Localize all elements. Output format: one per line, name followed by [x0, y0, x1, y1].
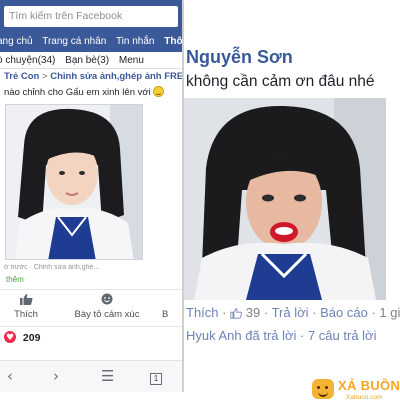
comment-like-count: 39: [245, 305, 261, 320]
see-more-link[interactable]: thêm: [6, 275, 24, 284]
watermark-title: XẢ BUỒN: [338, 378, 400, 393]
edited-photo[interactable]: [184, 98, 386, 300]
post-meta: ờ trước · Chỉnh sửa ảnh,ghé...: [4, 264, 100, 271]
react-button[interactable]: Bày tỏ cảm xúc: [62, 293, 152, 320]
breadcrumb: Trẻ Con > Chỉnh sửa ảnh,ghép ảnh FRE: [0, 69, 182, 84]
breadcrumb-user-link[interactable]: Trẻ Con: [4, 71, 39, 82]
back-arrow-icon[interactable]: ‹: [7, 367, 13, 385]
separator: ·: [263, 305, 269, 320]
breadcrumb-group-link[interactable]: Chỉnh sửa ảnh,ghép ảnh FRE: [50, 71, 182, 82]
site-watermark: XẢ BUỒN Xabuon.com: [312, 377, 400, 403]
share-icon: [177, 293, 178, 305]
breadcrumb-separator: >: [42, 71, 48, 82]
nav-home[interactable]: ang chủ: [0, 36, 33, 47]
sub-nav: ò chuyện(34) Bạn bè(3) Menu: [0, 52, 182, 69]
commenter-name[interactable]: Nguyễn Sơn: [186, 47, 293, 68]
nav-messages[interactable]: Tin nhắn: [116, 36, 155, 47]
thumbs-up-icon: [20, 294, 33, 305]
separator: ·: [312, 305, 317, 320]
girl-portrait-illustration: [6, 105, 142, 259]
separator: ·: [222, 305, 227, 320]
post-action-bar: Thích Bày tỏ cảm xúc B: [0, 289, 182, 327]
edited-portrait-illustration: [184, 98, 386, 300]
react-label: Bày tỏ cảm xúc: [74, 309, 140, 320]
like-label: Thích: [14, 309, 38, 320]
left-screenshot-panel: Tìm kiếm trên Facebook ang chủ Trang cá …: [0, 0, 182, 392]
nav-chat[interactable]: ò chuyện(34): [0, 55, 55, 66]
comment-time: 1 gi: [379, 305, 400, 320]
tabs-count-icon[interactable]: 1: [150, 367, 162, 385]
search-input[interactable]: Tìm kiếm trên Facebook: [4, 6, 178, 27]
comment-actions: Thích · 39 · Trả lời · Báo cáo · 1 gi: [186, 305, 400, 320]
nav-menu[interactable]: Menu: [119, 55, 144, 66]
post-body: nào chỉnh cho Gấu em xinh lên với: [0, 85, 182, 101]
watermark-logo-icon: [312, 379, 334, 399]
nav-profile[interactable]: Trang cá nhân: [42, 36, 106, 47]
top-nav: ang chủ Trang cá nhân Tin nhắn Thôn: [0, 33, 182, 50]
comment-like-button[interactable]: Thích: [186, 305, 219, 320]
post-text: nào chỉnh cho Gấu em xinh lên với: [4, 87, 151, 98]
hamburger-menu-icon[interactable]: ☰: [101, 367, 114, 385]
watermark-url: Xabuon.com: [346, 394, 383, 401]
forward-arrow-icon[interactable]: ›: [53, 367, 59, 385]
share-button[interactable]: B: [162, 293, 182, 320]
replies-link[interactable]: Hyuk Anh đã trả lời · 7 câu trả lời: [186, 328, 376, 343]
like-button[interactable]: Thích: [6, 293, 46, 320]
reaction-count: 209: [22, 332, 41, 344]
browser-toolbar: ‹ › ☰ 1: [0, 360, 182, 392]
nav-friends[interactable]: Bạn bè(3): [65, 55, 109, 66]
comment-reply-button[interactable]: Trả lời: [272, 305, 309, 320]
reaction-face-icon: [101, 293, 113, 305]
original-photo[interactable]: [5, 104, 143, 260]
smile-emoji-icon: [153, 86, 165, 97]
nav-notifications[interactable]: Thôn: [164, 36, 182, 47]
facebook-header: Tìm kiếm trên Facebook ang chủ Trang cá …: [0, 0, 182, 52]
tabs-count: 1: [150, 373, 162, 385]
share-label: B: [162, 309, 169, 320]
thumbs-up-icon: [230, 308, 243, 319]
love-reaction-icon: [4, 330, 16, 346]
reaction-summary[interactable]: 209: [4, 330, 40, 346]
comment-report-button[interactable]: Báo cáo: [320, 305, 368, 320]
comment-text: không cần cảm ơn đâu nhé: [186, 73, 375, 90]
separator: ·: [371, 305, 376, 320]
